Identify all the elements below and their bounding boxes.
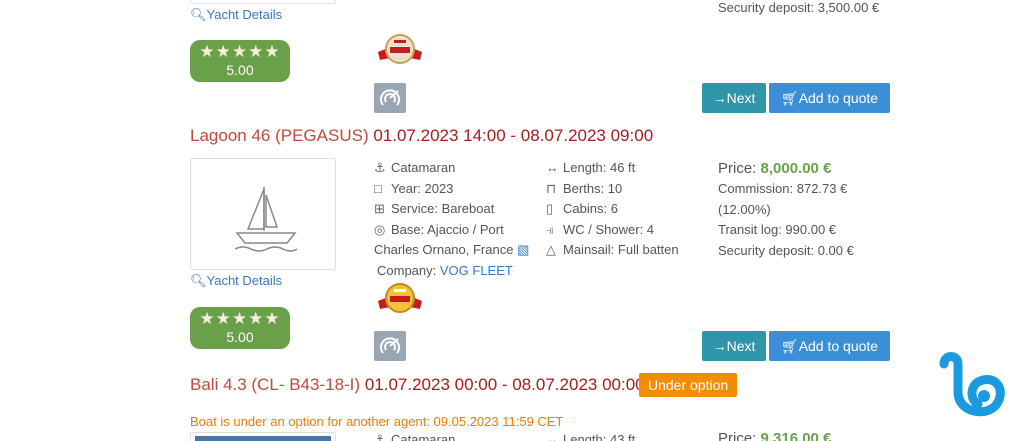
rating-value: 5.00 — [226, 62, 254, 78]
zoom-in-icon: 🔍︎ — [190, 273, 207, 288]
next-button[interactable]: →Next — [702, 83, 766, 113]
yacht-service: ⊞ Service: Bareboat — [374, 199, 529, 220]
location-pin-icon: ◎ — [374, 221, 386, 237]
gift-icon: ⊞ — [374, 201, 385, 216]
company-link[interactable]: VOG FLEET — [440, 263, 513, 278]
rating-badge: ★★★★★ 5.00 — [190, 307, 290, 349]
sail-icon: △ — [546, 242, 556, 257]
security-deposit: Security deposit: 0.00 € — [718, 242, 854, 258]
yacht-base: ◎ Base: Ajaccio / Port — [374, 220, 529, 241]
length-arrows-icon: ↔ — [546, 160, 559, 175]
sailboat-icon — [234, 187, 298, 252]
award-seal-icon — [378, 283, 422, 313]
commission: Commission: 872.73 € — [718, 181, 848, 196]
yacht-thumbnail[interactable] — [190, 158, 336, 270]
yacht-model: Bali 4.3 (CL- B43-18-I) — [190, 375, 361, 394]
add-to-quote-button[interactable]: 🛒︎Add to quote — [769, 331, 890, 361]
cart-icon: 🛒︎ — [780, 90, 799, 106]
chartering-icon-button[interactable] — [374, 331, 406, 361]
yacht-type: ⚓︎ Catamaran — [374, 158, 529, 179]
yacht-length: ↔ Length: 46 ft — [546, 158, 679, 179]
star-rating: ★★★★★ — [199, 42, 281, 61]
award-seal-icon — [378, 34, 422, 64]
add-to-quote-button[interactable]: 🛒︎Add to quote — [769, 83, 890, 113]
radar-icon — [380, 337, 400, 354]
spec-column-left: ⚓︎ Catamaran □ Year: 2023 ⊞ Service: Barebo… — [374, 158, 529, 281]
spec-column-right: ↔ Length: 46 ft ⊓ Berths: 10 ▯ Cabins: 6 ⫣ W… — [546, 158, 679, 261]
yacht-berths: ⊓ Berths: 10 — [546, 179, 679, 200]
yacht-details-link[interactable]: 🔍︎Yacht Details — [190, 7, 282, 23]
yacht-thumbnail[interactable] — [190, 432, 336, 441]
yacht-length: ↔ Length: 43 ft — [546, 430, 635, 441]
yacht-base-cont: Charles Ornano, France ▧ — [374, 242, 530, 257]
radar-icon — [380, 89, 400, 106]
price-value: 9,316.00 € — [760, 430, 832, 441]
next-button[interactable]: →Next — [702, 331, 766, 361]
chartering-icon-button[interactable] — [374, 83, 406, 113]
option-warning: Boat is under an option for another agen… — [190, 414, 564, 429]
price-value: 8,000.00 € — [760, 160, 832, 177]
zoom-in-icon: 🔍︎ — [190, 7, 207, 22]
bed-icon: ⊓ — [546, 180, 557, 196]
brand-logo-icon — [939, 352, 1005, 417]
anchor-icon: ⚓︎ — [374, 160, 386, 175]
yacht-cabins: ▯ Cabins: 6 — [546, 199, 679, 220]
price-line: Price: 9,316.00 € — [718, 430, 831, 441]
yacht-thumbnail[interactable] — [190, 0, 336, 4]
cart-icon: 🛒︎ — [780, 338, 799, 354]
yacht-year: □ Year: 2023 — [374, 179, 529, 200]
door-icon: ▯ — [546, 201, 554, 216]
listing-title[interactable]: Bali 4.3 (CL- B43-18-I) 01.07.2023 00:00… — [190, 375, 645, 395]
yacht-mainsail: △ Mainsail: Full batten — [546, 240, 679, 261]
star-rating: ★★★★★ — [199, 309, 281, 328]
security-deposit: Security deposit: 3,500.00 € — [718, 0, 880, 15]
yacht-wc: ⫣ WC / Shower: 4 — [546, 220, 679, 241]
price-line: Price: 8,000.00 € — [718, 160, 832, 177]
arrow-right-icon: → — [712, 338, 727, 354]
listing-title[interactable]: Lagoon 46 (PEGASUS) 01.07.2023 14:00 - 0… — [190, 126, 653, 146]
map-icon[interactable]: ▧ — [517, 242, 529, 257]
price-block: Price: 8,000.00 € Commission: 872.73 € (… — [718, 160, 854, 261]
arrow-right-icon: → — [712, 90, 727, 106]
anchor-icon: ⚓︎ — [374, 432, 386, 441]
calendar-icon: □ — [374, 180, 382, 196]
yacht-company: Company: VOG FLEET — [377, 262, 513, 278]
shower-icon: ⫣ — [546, 221, 554, 237]
charter-dates: 01.07.2023 00:00 - 08.07.2023 00:00 — [364, 375, 645, 394]
yacht-details-link[interactable]: 🔍︎Yacht Details — [190, 273, 282, 289]
under-option-badge: Under option — [639, 373, 738, 397]
charter-dates: 01.07.2023 14:00 - 08.07.2023 09:00 — [373, 126, 654, 145]
length-arrows-icon: ↔ — [546, 432, 559, 441]
yacht-type: ⚓︎ Catamaran — [374, 430, 455, 441]
transit-log: Transit log: 990.00 € — [718, 222, 837, 237]
rating-value: 5.00 — [226, 329, 254, 345]
rating-badge: ★★★★★ 5.00 — [190, 40, 290, 82]
commission-percent: (12.00%) — [718, 201, 771, 217]
yacht-model: Lagoon 46 (PEGASUS) — [190, 126, 369, 145]
